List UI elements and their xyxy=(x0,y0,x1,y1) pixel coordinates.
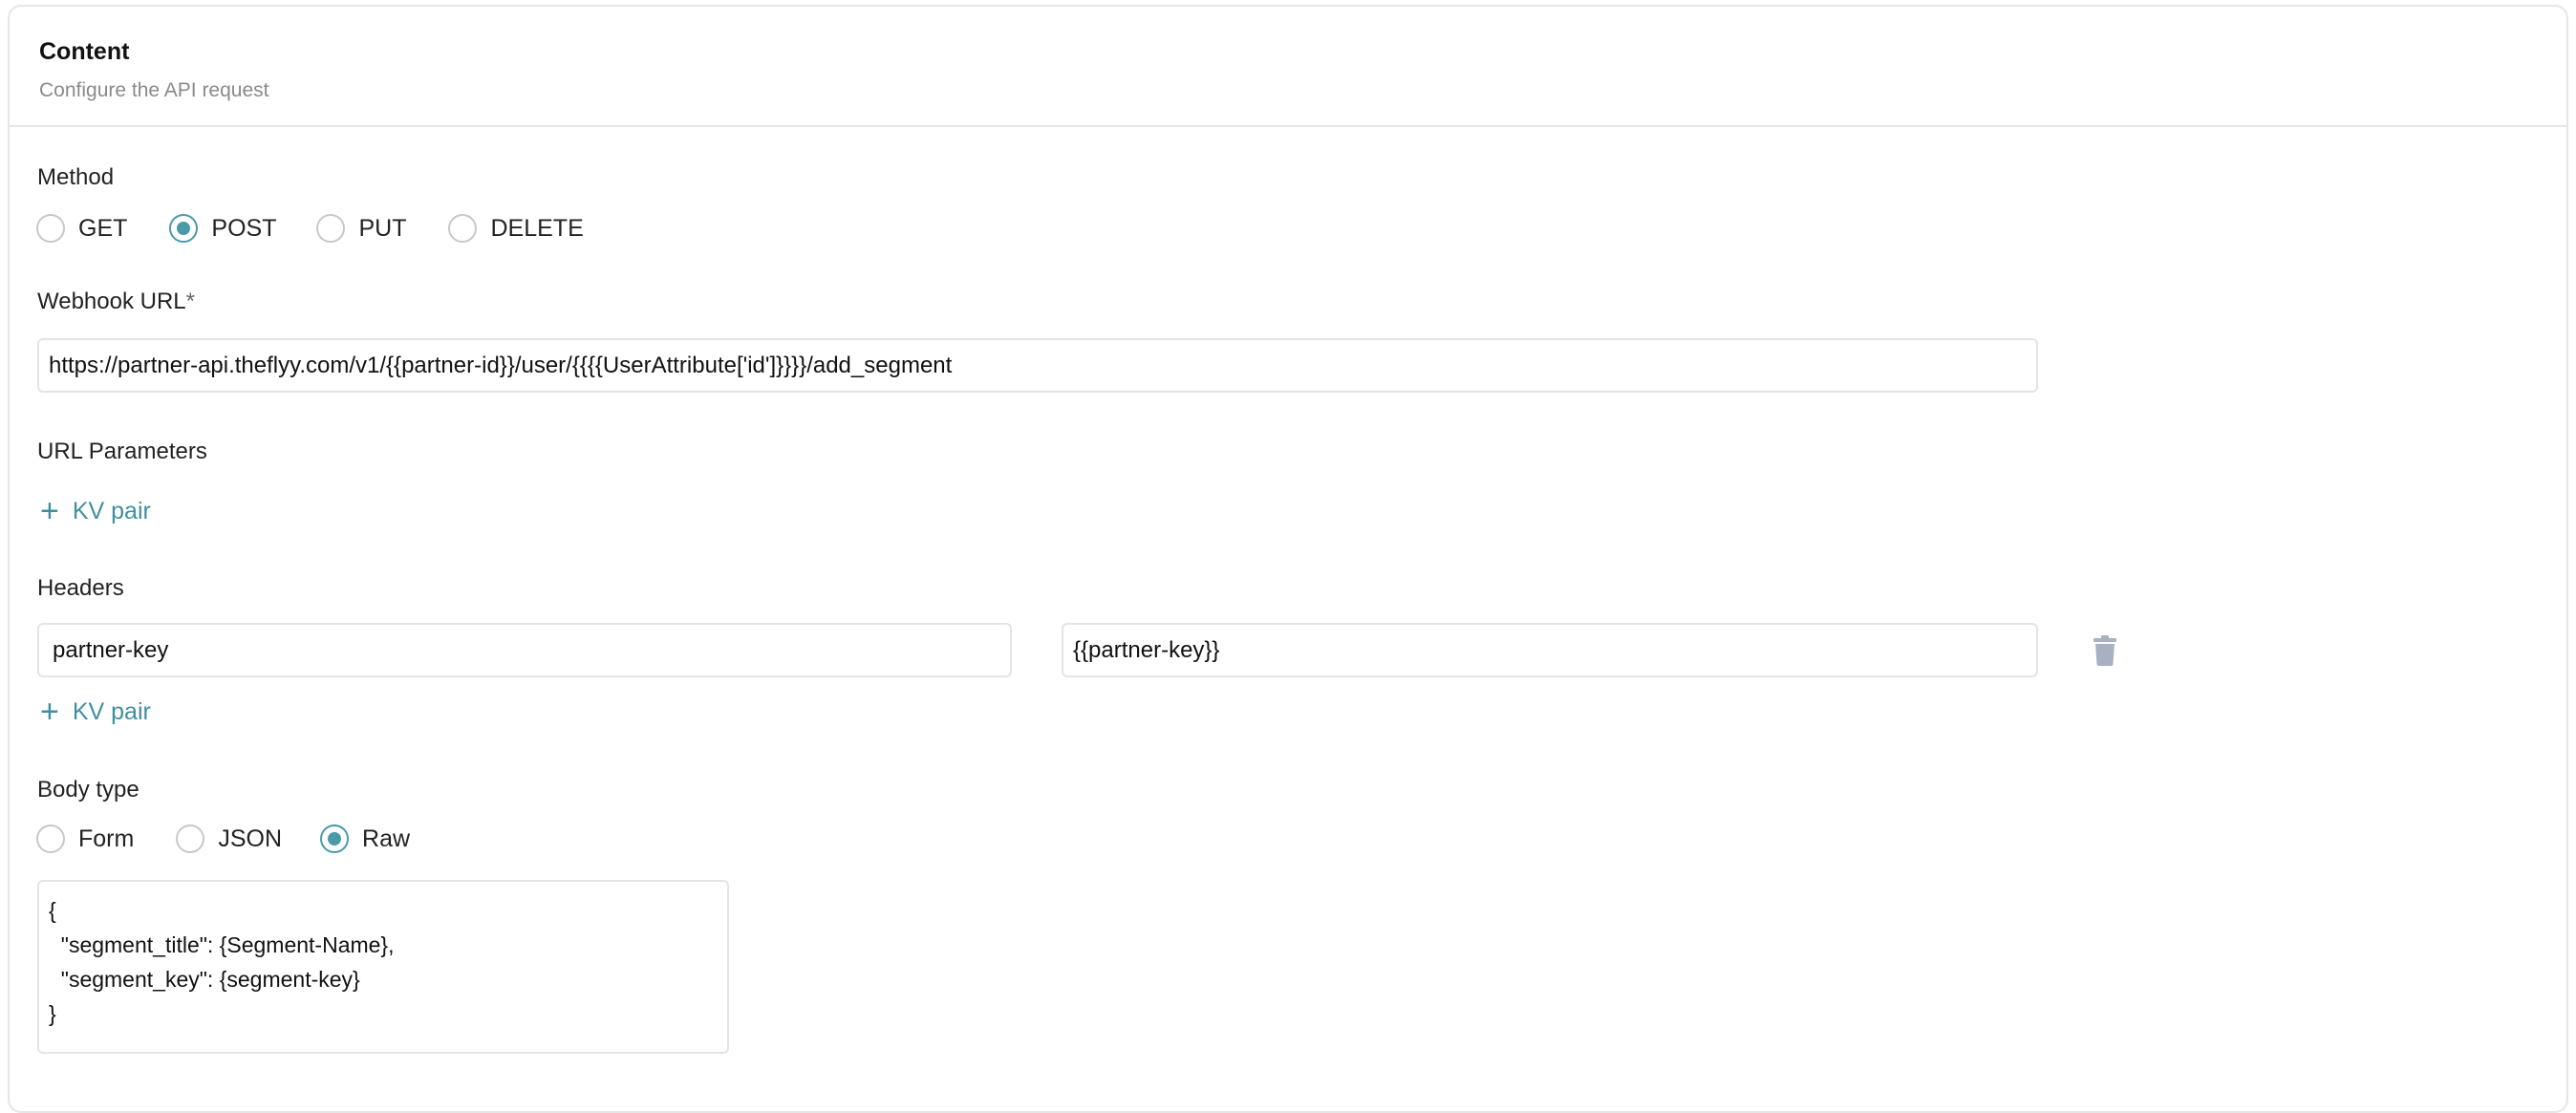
card-header: Content Configure the API request xyxy=(10,7,2566,127)
trash-icon-svg xyxy=(2093,635,2116,666)
required-marker: * xyxy=(185,289,195,314)
radio-label-raw: Raw xyxy=(362,824,411,852)
radio-label-post: POST xyxy=(211,214,277,242)
card-title: Content xyxy=(39,38,130,65)
header-key-input[interactable] xyxy=(37,623,1012,677)
radio-label-json: JSON xyxy=(218,824,283,852)
card-subtitle: Configure the API request xyxy=(39,79,269,101)
method-radio-put[interactable]: PUT xyxy=(316,214,406,243)
add-header-button[interactable]: + KV pair xyxy=(40,696,151,728)
body-type-label: Body type xyxy=(37,777,140,803)
add-url-param-label: KV pair xyxy=(72,497,151,524)
method-radio-group: GET POST PUT DELETE xyxy=(36,214,584,243)
radio-label-form: Form xyxy=(78,824,135,852)
raw-body-textarea[interactable]: { "segment_title": {Segment-Name}, "segm… xyxy=(37,880,729,1054)
radio-label-put: PUT xyxy=(358,214,407,242)
method-radio-get[interactable]: GET xyxy=(36,214,127,243)
method-label: Method xyxy=(37,164,115,190)
webhook-url-input[interactable] xyxy=(37,338,2038,393)
add-url-param-button[interactable]: + KV pair xyxy=(40,495,151,527)
body-type-radio-form[interactable]: Form xyxy=(36,824,134,853)
header-value-input[interactable] xyxy=(1062,623,2038,677)
radio-circle[interactable] xyxy=(448,214,478,243)
method-radio-delete[interactable]: DELETE xyxy=(448,214,584,243)
method-radio-post[interactable]: POST xyxy=(169,214,276,243)
body-type-radio-json[interactable]: JSON xyxy=(176,824,282,853)
url-parameters-label: URL Parameters xyxy=(37,439,207,464)
headers-label: Headers xyxy=(37,575,124,601)
radio-circle[interactable] xyxy=(320,824,350,853)
webhook-url-label-text: Webhook URL xyxy=(37,289,186,314)
body-type-radio-raw[interactable]: Raw xyxy=(320,824,410,853)
plus-icon: + xyxy=(40,694,59,730)
plus-icon: + xyxy=(40,493,59,529)
radio-circle[interactable] xyxy=(176,824,205,853)
body-type-radio-group: Form JSON Raw xyxy=(36,824,410,853)
webhook-url-label: Webhook URL* xyxy=(37,289,195,315)
trash-icon[interactable] xyxy=(2093,635,2117,671)
radio-circle[interactable] xyxy=(316,214,346,243)
radio-circle[interactable] xyxy=(169,214,199,243)
radio-circle[interactable] xyxy=(36,824,65,853)
radio-circle[interactable] xyxy=(36,214,65,243)
radio-label-get: GET xyxy=(78,214,128,242)
add-header-label: KV pair xyxy=(72,697,151,725)
radio-label-delete: DELETE xyxy=(490,214,584,242)
